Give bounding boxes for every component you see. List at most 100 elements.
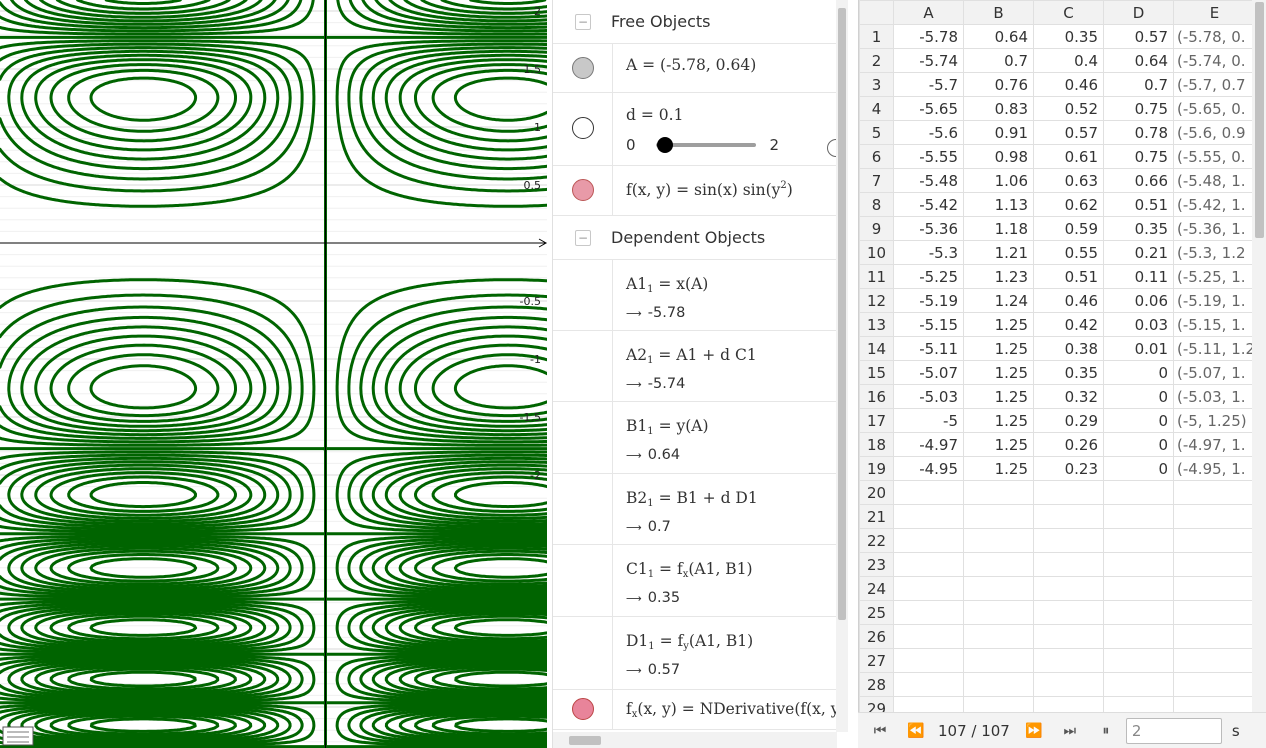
definition[interactable]: B21 = B1 + d D1: [626, 489, 837, 509]
cell[interactable]: -5.25: [893, 264, 964, 289]
cell[interactable]: 0.26: [1033, 432, 1104, 457]
cell[interactable]: 0.51: [1103, 192, 1174, 217]
cell[interactable]: (-5.11, 1.2: [1172, 336, 1257, 361]
row-header[interactable]: 6: [859, 144, 894, 169]
cell[interactable]: 0.78: [1103, 120, 1174, 145]
column-header-C[interactable]: C: [1033, 0, 1104, 25]
cell[interactable]: 0: [1103, 408, 1174, 433]
definition[interactable]: A11 = x(A): [626, 275, 837, 295]
corner-cell[interactable]: [859, 0, 894, 25]
column-header-D[interactable]: D: [1103, 0, 1174, 25]
row-header[interactable]: 20: [859, 480, 894, 505]
cell[interactable]: [963, 576, 1034, 601]
cell[interactable]: [963, 480, 1034, 505]
column-header-B[interactable]: B: [963, 0, 1034, 25]
definition[interactable]: A21 = A1 + d C1: [626, 346, 837, 366]
first-step-button[interactable]: ⏮: [866, 723, 894, 739]
visibility-toggle-icon[interactable]: [572, 698, 594, 720]
cell[interactable]: (-5.07, 1.: [1172, 360, 1257, 385]
cell[interactable]: -5.11: [893, 336, 964, 361]
cell[interactable]: 0.59: [1033, 216, 1104, 241]
cell[interactable]: (-5.19, 1.: [1172, 288, 1257, 313]
algebra-item-fx[interactable]: fx(x, y) = NDerivative(f(x, y): [553, 690, 837, 730]
cell[interactable]: [1033, 504, 1104, 529]
graphics-view[interactable]: -9-8.5-8-7.5-7-6.5-6-5.5-5-4.521.510.5-0…: [0, 0, 547, 748]
cell[interactable]: 0.66: [1103, 168, 1174, 193]
cell[interactable]: 0.75: [1103, 144, 1174, 169]
row-header[interactable]: 10: [859, 240, 894, 265]
previous-step-button[interactable]: ⏪: [902, 723, 930, 739]
cell[interactable]: [1033, 672, 1104, 697]
cell[interactable]: 0: [1103, 384, 1174, 409]
cell[interactable]: 0.46: [1033, 72, 1104, 97]
row-header[interactable]: 24: [859, 576, 894, 601]
algebra-item-C1[interactable]: C11 = fx(A1, B1) ⟶ 0.35: [553, 545, 837, 617]
cell[interactable]: [893, 576, 964, 601]
cell[interactable]: [1033, 480, 1104, 505]
cell[interactable]: [893, 552, 964, 577]
cell[interactable]: [963, 504, 1034, 529]
cell[interactable]: 1.21: [963, 240, 1034, 265]
algebra-horizontal-scrollbar[interactable]: [553, 732, 837, 748]
cell[interactable]: 0.64: [1103, 48, 1174, 73]
cell[interactable]: [1103, 672, 1174, 697]
cell[interactable]: -5.15: [893, 312, 964, 337]
cell[interactable]: [1172, 648, 1257, 673]
point-A-definition[interactable]: A = (-5.78, 0.64): [626, 56, 756, 74]
cell[interactable]: -5.36: [893, 216, 964, 241]
cell[interactable]: [893, 624, 964, 649]
cell[interactable]: 0.75: [1103, 96, 1174, 121]
row-header[interactable]: 27: [859, 648, 894, 673]
cell[interactable]: [1103, 648, 1174, 673]
row-header[interactable]: 7: [859, 168, 894, 193]
row-header[interactable]: 2: [859, 48, 894, 73]
cell[interactable]: [963, 600, 1034, 625]
row-header[interactable]: 17: [859, 408, 894, 433]
algebra-item-B1[interactable]: B11 = y(A) ⟶ 0.64: [553, 402, 837, 474]
row-header[interactable]: 19: [859, 456, 894, 481]
cell[interactable]: -5.48: [893, 168, 964, 193]
cell[interactable]: 0.46: [1033, 288, 1104, 313]
algebra-item-f[interactable]: f(x, y) = sin(x) sin(y2): [553, 166, 837, 216]
cell[interactable]: (-4.97, 1.: [1172, 432, 1257, 457]
algebra-item-A2[interactable]: A21 = A1 + d C1 ⟶ -5.74: [553, 331, 837, 402]
cell[interactable]: [1033, 648, 1104, 673]
cell[interactable]: 0.51: [1033, 264, 1104, 289]
cell[interactable]: -5.78: [893, 24, 964, 49]
spreadsheet-vertical-scrollbar[interactable]: [1252, 0, 1266, 712]
cell[interactable]: (-5.36, 1.: [1172, 216, 1257, 241]
cell[interactable]: (-5.3, 1.2: [1172, 240, 1257, 265]
cell[interactable]: 0.06: [1103, 288, 1174, 313]
row-header[interactable]: 26: [859, 624, 894, 649]
cell[interactable]: (-5.42, 1.: [1172, 192, 1257, 217]
cell[interactable]: 0.35: [1033, 24, 1104, 49]
cell[interactable]: (-5.65, 0.: [1172, 96, 1257, 121]
cell[interactable]: (-5.03, 1.: [1172, 384, 1257, 409]
cell[interactable]: -5.19: [893, 288, 964, 313]
play-speed-input[interactable]: 2: [1125, 717, 1222, 744]
row-header[interactable]: 25: [859, 600, 894, 625]
dependent-objects-header[interactable]: − Dependent Objects: [553, 216, 837, 260]
cell[interactable]: 0.7: [963, 48, 1034, 73]
cell[interactable]: (-5.48, 1.: [1172, 168, 1257, 193]
cell[interactable]: [1172, 528, 1257, 553]
last-step-button[interactable]: ⏭: [1056, 723, 1084, 739]
cell[interactable]: [963, 528, 1034, 553]
definition[interactable]: B11 = y(A): [626, 417, 837, 437]
cell[interactable]: [1172, 600, 1257, 625]
cell[interactable]: [1103, 528, 1174, 553]
cell[interactable]: [1103, 576, 1174, 601]
next-step-button[interactable]: ⏩: [1020, 723, 1048, 739]
cell[interactable]: 1.23: [963, 264, 1034, 289]
cell[interactable]: 1.25: [963, 408, 1034, 433]
collapse-icon[interactable]: −: [575, 13, 591, 30]
cell[interactable]: [893, 480, 964, 505]
slider-track[interactable]: [655, 137, 756, 153]
row-header[interactable]: 21: [859, 504, 894, 529]
column-header-A[interactable]: A: [893, 0, 964, 25]
cell[interactable]: 0: [1103, 360, 1174, 385]
cell[interactable]: -5.3: [893, 240, 964, 265]
row-header[interactable]: 5: [859, 120, 894, 145]
cell[interactable]: [1103, 600, 1174, 625]
cell[interactable]: -5.03: [893, 384, 964, 409]
